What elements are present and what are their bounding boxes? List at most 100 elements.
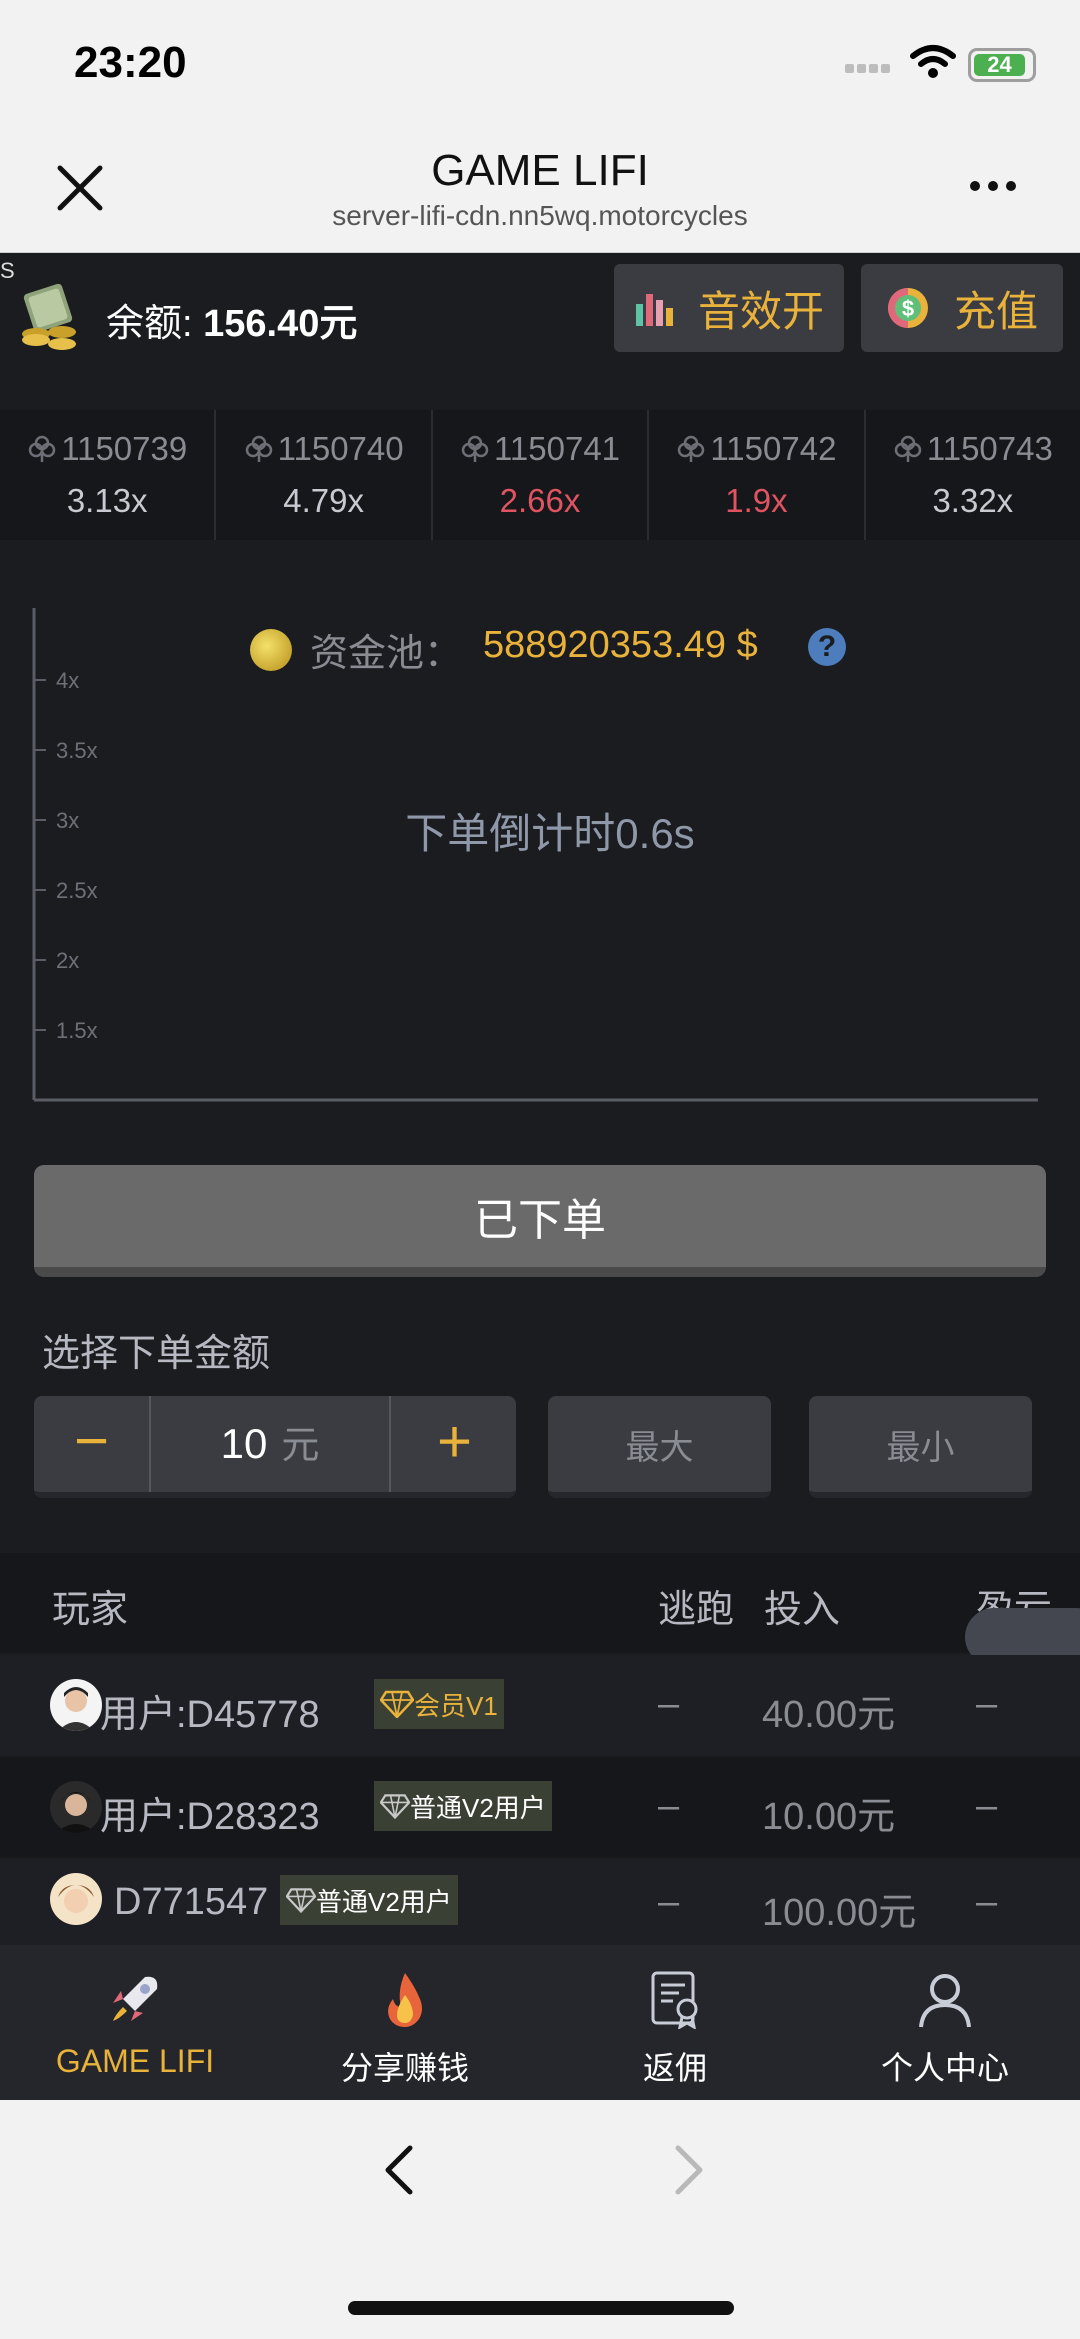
balance: 余额: 156.40元 [106,292,357,347]
countdown-text: 下单倒计时0.6s [405,810,695,857]
max-amount-button[interactable]: 最大 [548,1396,771,1498]
money-icon [22,283,76,350]
tab-personal-center[interactable]: 个人中心 [810,1945,1080,2100]
corner-mark: S [0,258,15,283]
escape-value: – [658,1785,680,1827]
clover-icon [678,435,705,462]
bar-chart-icon [635,294,673,326]
profit-value: – [976,1785,998,1827]
pool-value: 588920353.49 $ [483,624,758,666]
back-icon[interactable] [372,2140,432,2200]
profit-value: – [976,1683,998,1725]
avatar [50,1873,102,1925]
avatar [50,1781,102,1833]
column-header-player: 玩家 [52,1589,129,1631]
min-amount-button[interactable]: 最小 [809,1396,1032,1498]
clover-icon [461,435,489,462]
pool-label: 资金池： [250,622,462,677]
y-tick-label: 4x [56,668,79,693]
tab-label: 返佣 [642,2050,707,2086]
tab-rebate[interactable]: 返佣 [540,1945,810,2100]
tab-label: GAME LIFI [55,2043,215,2079]
increase-button[interactable]: + [389,1396,518,1492]
amount-section-title: 选择下单金额 [42,1333,271,1375]
player-name: D771547 [114,1881,269,1923]
y-tick-label: 2.5x [56,878,98,903]
page-url: server-lifi-cdn.nn5wq.motorcycles [332,200,748,231]
clover-icon [245,435,272,462]
history-multiplier: 3.13x [66,482,148,519]
table-row: 用户:D28323 普通V2用户 – 10.00元 – [0,1757,1080,1857]
escape-value: – [658,1683,680,1725]
y-tick-label: 3.5x [56,738,98,763]
table-row: D771547 普通V2用户 – 100.00元 – [0,1859,1080,1945]
history-round: 1150740 [216,430,430,468]
column-header-escape: 逃跑 [658,1589,735,1631]
member-badge: 普通V2用户 [280,1875,458,1925]
signal-icon [845,60,905,76]
status-time: 23:20 [74,38,187,87]
tab-share-earn[interactable]: 分享赚钱 [270,1945,540,2100]
battery-icon: 24 [968,48,1036,82]
fire-icon [388,1973,422,2027]
balance-value: 156.40元 [203,303,358,345]
history-multiplier: 3.32x [932,482,1014,519]
member-badge: 会员V1 [374,1679,504,1729]
history-round: 1150742 [649,430,863,468]
history-multiplier: 2.66x [499,482,581,519]
rocket-icon [113,1976,158,2021]
coin-icon [250,628,292,671]
table-row: 用户:D45778 会员V1 – 40.00元 – [0,1655,1080,1755]
battery-level: 24 [974,54,1025,76]
y-tick-label: 2x [56,948,79,973]
avatar [50,1679,102,1731]
bet-value: 100.00元 [762,1892,917,1934]
sound-toggle-button[interactable]: 音效开 [614,264,844,352]
history-multiplier: 1.9x [725,482,788,519]
history-item[interactable]: 1150739 3.13x [0,410,217,540]
diamond-icon [286,1888,316,1914]
order-placed-button[interactable]: 已下单 [34,1165,1046,1277]
decrease-button[interactable]: − [34,1396,151,1492]
history-round: 1150743 [866,430,1080,468]
history-item[interactable]: 1150743 3.32x [866,410,1080,540]
escape-value: – [658,1881,680,1923]
sound-label: 音效开 [697,287,824,335]
bottom-tab-bar: GAME LIFI 分享赚钱 返佣 个人中心 [0,1945,1080,2100]
clover-icon [28,435,56,462]
member-badge: 普通V2用户 [374,1781,552,1831]
player-name: 用户:D28323 [100,1796,320,1838]
tab-game-lifi[interactable]: GAME LIFI [0,1945,270,2100]
history-item[interactable]: 1150742 1.9x [649,410,866,540]
column-header-bet: 投入 [764,1589,841,1631]
more-options-button[interactable] [970,178,1030,202]
player-name: 用户:D45778 [100,1694,320,1736]
svg-text:$: $ [902,296,914,321]
page-title: GAME LIFI [431,146,649,195]
y-tick-label: 1.5x [56,1018,98,1043]
history-round: 1150739 [0,430,214,468]
amount-input[interactable]: 10 元 [151,1396,389,1492]
dollar-coin-icon: $ [887,288,928,328]
history-item[interactable]: 1150741 2.66x [433,410,650,540]
clover-icon [894,435,922,462]
round-history: 1150739 3.13x 1150740 4.79x 1150741 2.66… [0,410,1080,540]
amount-stepper: − 10 元 + [34,1396,516,1498]
history-item[interactable]: 1150740 4.79x [216,410,433,540]
tab-label: 个人中心 [880,2050,1009,2086]
certificate-icon [651,1971,698,2029]
forward-icon[interactable] [656,2140,716,2200]
tab-label: 分享赚钱 [340,2050,469,2086]
home-indicator[interactable] [348,2301,734,2315]
history-round: 1150741 [433,430,647,468]
diamond-icon [380,1690,414,1718]
wifi-icon [910,45,956,78]
user-icon [919,1974,971,2028]
history-multiplier: 4.79x [283,482,364,519]
bet-value: 40.00元 [762,1694,896,1736]
help-icon[interactable]: ? [808,628,846,666]
balance-label: 余额: [106,303,204,345]
table-header [0,1553,1080,1653]
profit-value: – [976,1881,998,1923]
recharge-button[interactable]: $ 充值 [861,264,1063,352]
